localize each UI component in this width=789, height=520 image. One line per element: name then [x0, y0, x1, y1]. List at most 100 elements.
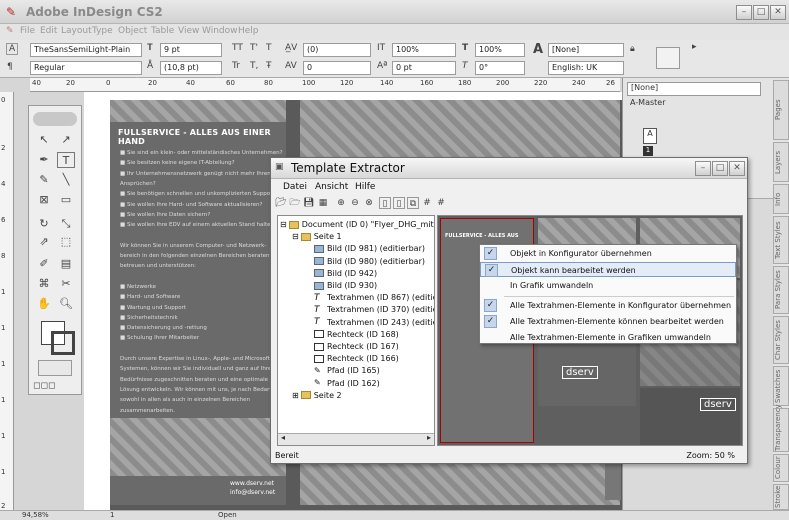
expander-icon[interactable]: ⊟: [292, 232, 299, 241]
menu-type[interactable]: Type: [92, 26, 113, 36]
open-template-icon[interactable]: 🗁: [289, 197, 301, 209]
zoom-tool-icon[interactable]: 🔍︎: [57, 296, 75, 312]
vertical-scale-field[interactable]: 100%: [392, 43, 456, 57]
tab-swatches[interactable]: Swatches: [773, 366, 789, 406]
expander-icon[interactable]: ⊟: [280, 220, 287, 229]
page-number[interactable]: 1: [110, 511, 114, 519]
apply-color-icon[interactable]: ◻◻◻: [33, 378, 55, 394]
gradient-tool-icon[interactable]: ▤: [57, 256, 75, 272]
ctx-item-take-into-configurator[interactable]: ✓ Objekt in Konfigurator übernehmen: [480, 246, 736, 261]
tab-para-styles[interactable]: Para Styles: [773, 266, 789, 314]
tree-node[interactable]: T Textrahmen (ID 243) (editierbar): [304, 317, 434, 328]
kerning-field[interactable]: (0): [303, 43, 371, 57]
stroke-swatch-icon[interactable]: [51, 331, 75, 355]
tree-node[interactable]: T Textrahmen (ID 867) (editierbar): [304, 292, 434, 303]
minimize-button[interactable]: –: [736, 5, 752, 20]
subscript-button[interactable]: T,: [250, 61, 258, 71]
scale-tool-icon[interactable]: ⤡: [57, 216, 75, 232]
menu-view[interactable]: View: [178, 26, 199, 36]
open-icon[interactable]: 📂︎: [275, 197, 287, 209]
tab-info[interactable]: Info: [773, 184, 789, 214]
save-icon[interactable]: 💾︎: [303, 197, 315, 209]
document-tree[interactable]: ⊟Document (ID 0) "Flyer_DHG_mitBild"⊟Sei…: [277, 215, 435, 446]
underline-button[interactable]: T: [266, 43, 272, 53]
tree-hscrollbar[interactable]: ◂ ▸: [278, 433, 434, 445]
tree-node[interactable]: Rechteck (ID 168): [304, 329, 399, 340]
pages-master-item[interactable]: A-Master: [627, 98, 761, 112]
button-tool-icon[interactable]: ⌘: [35, 276, 53, 292]
small-caps-button[interactable]: Tr: [232, 61, 240, 71]
tab-text-styles[interactable]: Text Styles: [773, 216, 789, 264]
extractor-menu-ansicht[interactable]: Ansicht: [315, 182, 348, 192]
strikethrough-button[interactable]: Ŧ: [266, 61, 272, 71]
page-thumbnail[interactable]: A: [643, 128, 657, 144]
zoom-fit-icon[interactable]: ⊗: [363, 197, 375, 209]
font-style-field[interactable]: Regular: [30, 61, 142, 75]
menu-layout[interactable]: Layout: [61, 26, 92, 36]
view-mode-buttons[interactable]: [38, 360, 72, 376]
close-button[interactable]: ✕: [770, 5, 786, 20]
tab-char-styles[interactable]: Char Styles: [773, 316, 789, 364]
single-page-icon[interactable]: ▯: [379, 197, 391, 209]
menu-help[interactable]: Help: [238, 26, 259, 36]
tab-stroke[interactable]: Stroke: [773, 484, 789, 510]
grid-icon[interactable]: #: [421, 197, 433, 209]
double-page-icon[interactable]: ▯: [393, 197, 405, 209]
font-size-field[interactable]: 9 pt: [160, 43, 222, 57]
maximize-button[interactable]: □: [753, 5, 769, 20]
extractor-menu-datei[interactable]: Datei: [283, 182, 307, 192]
quick-apply-button[interactable]: [656, 47, 680, 69]
tree-node[interactable]: Bild (ID 980) (editierbar): [304, 256, 425, 267]
ctx-item-editable[interactable]: ✓ Objekt kann bearbeitet werden: [480, 262, 736, 277]
tree-node[interactable]: Rechteck (ID 166): [304, 353, 399, 364]
skew-field[interactable]: 0°: [475, 61, 525, 75]
tab-transparency[interactable]: Transparency: [773, 404, 789, 452]
tree-node[interactable]: Bild (ID 930): [304, 280, 377, 291]
save-all-icon[interactable]: ▦: [317, 197, 329, 209]
tree-node[interactable]: Rechteck (ID 167): [304, 341, 399, 352]
open-status[interactable]: Open: [218, 511, 237, 519]
ctx-item-convert-to-graphic[interactable]: In Grafik umwandeln: [480, 278, 736, 293]
grid-fine-icon[interactable]: #: [435, 197, 447, 209]
pages-none-item[interactable]: [None]: [627, 82, 761, 96]
tracking-field[interactable]: 0: [303, 61, 371, 75]
zoom-in-icon[interactable]: ⊕: [335, 197, 347, 209]
eyedropper-tool-icon[interactable]: ✐: [35, 256, 53, 272]
type-tool-icon[interactable]: T: [57, 152, 75, 168]
tab-colour[interactable]: Colour: [773, 454, 789, 482]
scroll-left-icon[interactable]: ◂: [281, 433, 285, 442]
selection-tool-icon[interactable]: ↖: [35, 132, 53, 148]
spread-view-icon[interactable]: ⧉: [407, 197, 419, 209]
tab-pages[interactable]: Pages: [773, 80, 789, 140]
palette-menu-icon[interactable]: ▸: [692, 42, 697, 52]
extractor-maximize-button[interactable]: □: [712, 161, 728, 176]
tree-node[interactable]: ✎ Pfad (ID 162): [304, 378, 380, 389]
shear-tool-icon[interactable]: ⇗: [35, 234, 53, 250]
extractor-close-button[interactable]: ✕: [729, 161, 745, 176]
rotate-tool-icon[interactable]: ↻: [35, 216, 53, 232]
tree-node[interactable]: ✎ Pfad (ID 165): [304, 365, 380, 376]
tree-node[interactable]: ⊞ Seite 2: [292, 390, 342, 401]
rectangle-frame-tool-icon[interactable]: ⊠: [35, 192, 53, 208]
zoom-level[interactable]: 94,58%: [22, 511, 49, 519]
baseline-shift-field[interactable]: 0 pt: [392, 61, 456, 75]
tab-layers[interactable]: Layers: [773, 142, 789, 182]
hand-tool-icon[interactable]: ✋: [35, 296, 53, 312]
superscript-button[interactable]: T': [250, 43, 258, 53]
ctx-item-all-text-to-graphics[interactable]: Alle Textrahmen-Elemente in Grafiken umw…: [480, 330, 736, 345]
horizontal-scale-field[interactable]: 100%: [475, 43, 525, 57]
scissors-tool-icon[interactable]: ✂: [57, 276, 75, 292]
character-style-field[interactable]: [None]: [548, 43, 624, 57]
tree-node[interactable]: ⊟ Seite 1: [292, 231, 342, 242]
expander-icon[interactable]: ⊞: [292, 391, 299, 400]
all-caps-button[interactable]: TT: [232, 43, 243, 53]
pencil-tool-icon[interactable]: ✎: [35, 172, 53, 188]
menu-edit[interactable]: Edit: [40, 26, 57, 36]
direct-selection-tool-icon[interactable]: ↗: [57, 132, 75, 148]
tree-node[interactable]: Bild (ID 981) (editierbar): [304, 243, 425, 254]
tree-node[interactable]: T Textrahmen (ID 370) (editierbar): [304, 304, 434, 315]
scroll-right-icon[interactable]: ▸: [427, 433, 431, 442]
leading-field[interactable]: (10,8 pt): [160, 61, 222, 75]
ctx-item-all-text-editable[interactable]: ✓ Alle Textrahmen-Elemente können bearbei…: [480, 314, 736, 329]
line-tool-icon[interactable]: ╲: [57, 172, 75, 188]
